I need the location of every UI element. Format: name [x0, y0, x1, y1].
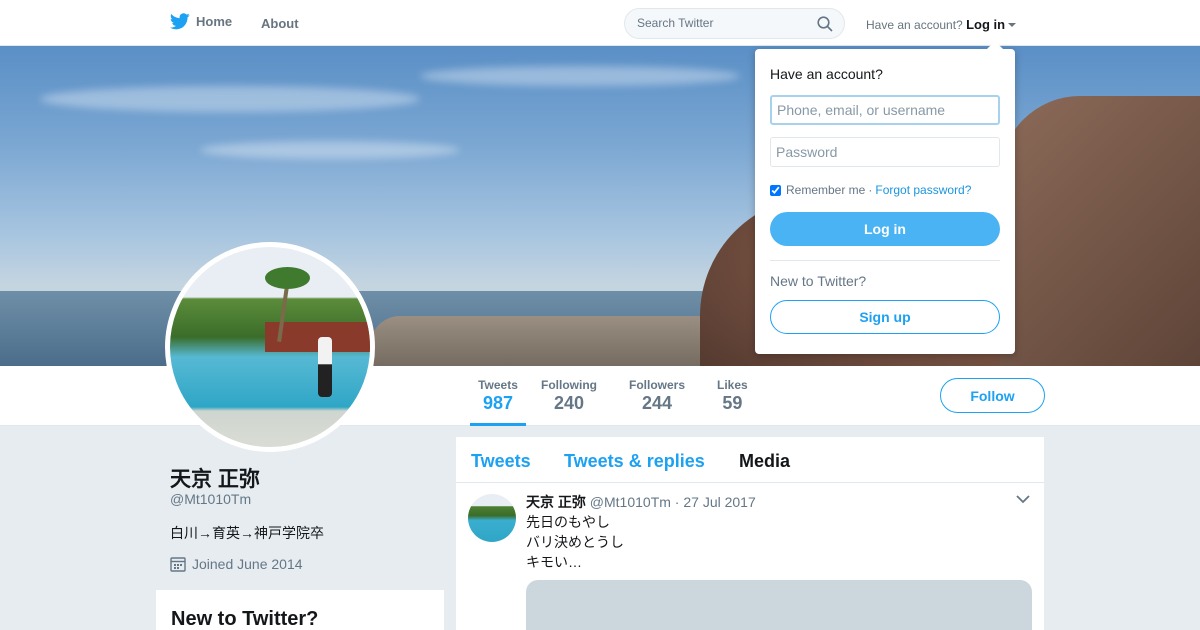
password-field[interactable]	[770, 137, 1000, 167]
twitter-bird-icon	[170, 13, 190, 30]
have-account-text: Have an account?	[866, 18, 963, 32]
stat-label: Following	[541, 378, 597, 392]
tab-media[interactable]: Media	[739, 451, 790, 472]
caret-down-icon[interactable]	[1008, 23, 1017, 27]
account-login-menu[interactable]: Have an account? Log in	[866, 17, 1017, 32]
profile-name[interactable]: 天京 正弥	[170, 463, 260, 493]
tweet-author-name[interactable]: 天京 正弥	[526, 494, 586, 510]
signup-button[interactable]: Sign up	[770, 300, 1000, 334]
profile-avatar[interactable]	[165, 242, 375, 452]
avatar-palm-leaves	[265, 267, 310, 289]
stat-value: 240	[553, 393, 585, 413]
stat-value: 59	[722, 393, 743, 413]
remember-row: Remember me · Forgot password?	[770, 183, 971, 197]
nav-home-link[interactable]: Home	[170, 13, 232, 30]
tweet-author-handle[interactable]: @Mt1010Tm	[590, 494, 671, 510]
stat-value: 244	[641, 393, 673, 413]
tweet-avatar[interactable]	[468, 494, 516, 542]
tweet-line: バリ決めとうし	[526, 534, 624, 550]
profile-handle[interactable]: @Mt1010Tm	[170, 491, 251, 507]
timeline: Tweets Tweets & replies Media 天京 正弥 @Mt1…	[456, 437, 1044, 630]
joined-text: Joined June 2014	[192, 556, 303, 572]
remember-label[interactable]: Remember me	[786, 183, 865, 197]
tweet-text: 先日のもやし バリ決めとうし キモい…	[526, 512, 624, 572]
profile-bio: 白川→育英→神戸学院卒	[170, 525, 324, 541]
tweet-line: 先日のもやし	[526, 514, 610, 530]
search-box[interactable]	[624, 8, 845, 39]
forgot-password-link[interactable]: Forgot password?	[875, 183, 971, 197]
login-link[interactable]: Log in	[966, 17, 1005, 32]
new-to-twitter-text: New to Twitter?	[770, 273, 867, 289]
search-icon[interactable]	[817, 16, 833, 32]
tweet-date[interactable]: 27 Jul 2017	[683, 494, 755, 510]
stat-followers[interactable]: Followers 244	[629, 378, 685, 414]
tweet-separator: ·	[674, 494, 680, 510]
username-field[interactable]	[770, 95, 1000, 125]
login-button[interactable]: Log in	[770, 212, 1000, 246]
login-dropdown: Have an account? Remember me · Forgot pa…	[755, 41, 1015, 354]
profile-joined: Joined June 2014	[170, 556, 303, 572]
tweet-header: 天京 正弥 @Mt1010Tm · 27 Jul 2017	[526, 492, 756, 512]
nav-home-label: Home	[196, 14, 233, 29]
banner-cloud	[40, 86, 420, 112]
calendar-icon	[170, 557, 186, 572]
tab-tweets[interactable]: Tweets	[471, 451, 531, 472]
tweet-media-preview[interactable]	[526, 580, 1032, 630]
remember-separator: ·	[868, 183, 873, 197]
stat-label: Tweets	[478, 378, 518, 392]
stat-tweets[interactable]: Tweets 987	[470, 378, 526, 426]
stat-label: Likes	[717, 378, 748, 392]
stat-likes[interactable]: Likes 59	[717, 378, 748, 414]
dropdown-title: Have an account?	[770, 66, 883, 82]
banner-cloud	[200, 141, 460, 159]
follow-button[interactable]: Follow	[940, 378, 1045, 413]
avatar-person	[318, 337, 332, 397]
stat-following[interactable]: Following 240	[541, 378, 597, 414]
stat-value: 987	[482, 393, 514, 413]
top-navigation: Home About Have an account? Log in	[0, 0, 1200, 46]
banner-cliff	[1000, 96, 1200, 366]
new-to-twitter-card: New to Twitter?	[156, 590, 444, 630]
timeline-tabs: Tweets Tweets & replies Media	[456, 437, 1044, 483]
nav-about-link[interactable]: About	[261, 16, 299, 31]
banner-cloud	[420, 66, 740, 86]
chevron-down-icon[interactable]	[1016, 494, 1030, 504]
dropdown-divider	[770, 260, 1000, 261]
tweet-line: キモい…	[526, 554, 582, 570]
stat-label: Followers	[629, 378, 686, 392]
new-to-twitter-heading: New to Twitter?	[171, 608, 319, 630]
tab-tweets-replies[interactable]: Tweets & replies	[564, 451, 705, 472]
remember-checkbox[interactable]	[770, 184, 781, 196]
search-input[interactable]	[637, 16, 812, 30]
